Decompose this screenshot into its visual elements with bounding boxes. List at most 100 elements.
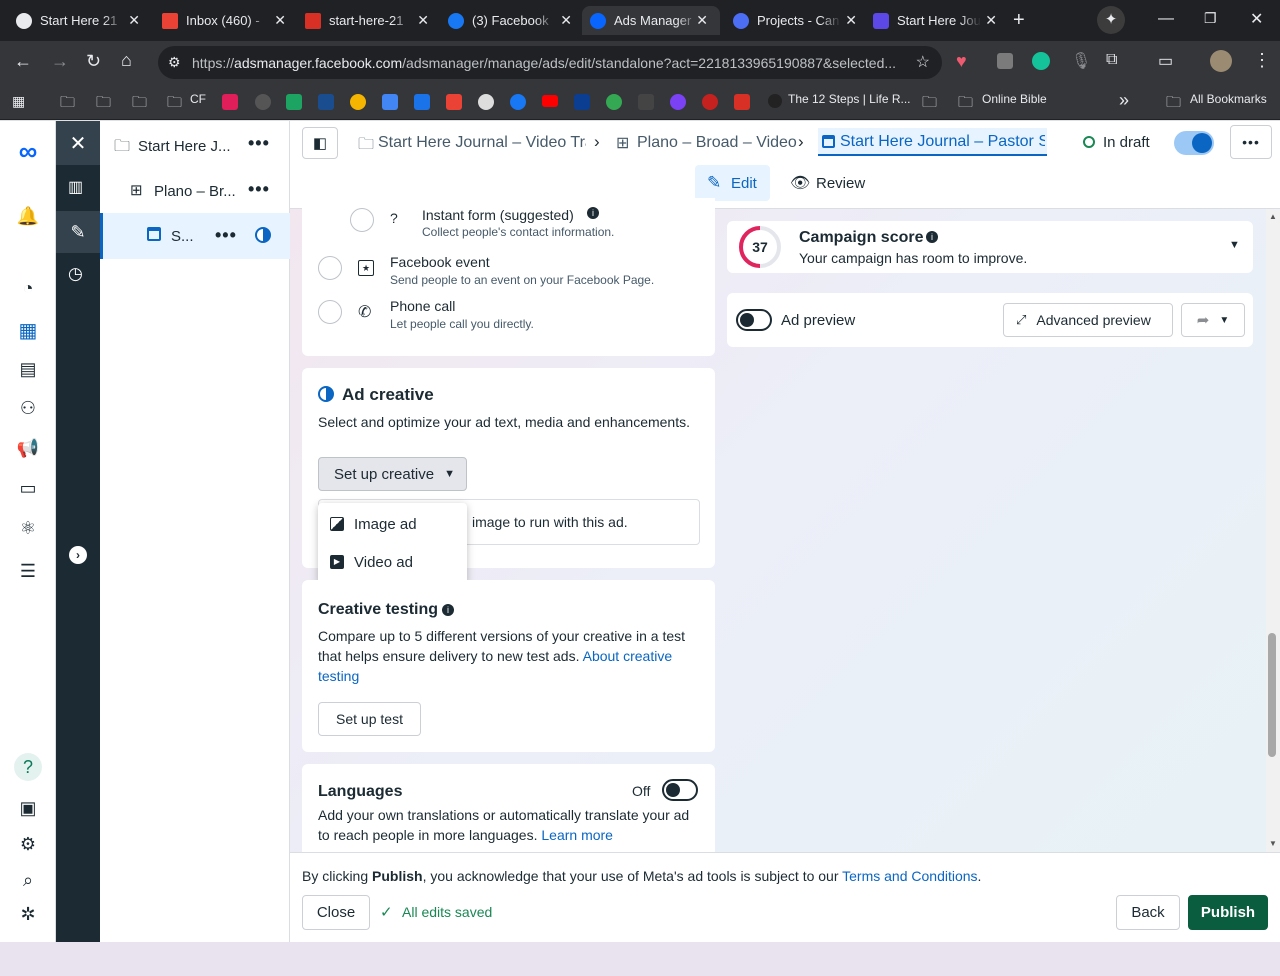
folder-icon[interactable]: 🗀 (922, 92, 937, 117)
browser-tab[interactable]: Start Here Jou ✕ (873, 6, 1003, 35)
info-icon[interactable]: i (442, 604, 454, 616)
advanced-preview-button[interactable]: ⤢ Advanced preview (1003, 303, 1173, 337)
business-network-icon[interactable]: ⚛ (14, 514, 42, 542)
browser-tab[interactable]: (3) Facebook ✕ (448, 6, 578, 35)
notifications-bell-icon[interactable]: 🔔 (14, 202, 42, 230)
bookmark-icon[interactable] (574, 94, 590, 110)
site-info-icon[interactable]: ⚙ (168, 54, 181, 71)
audiences-icon[interactable]: ⚇ (14, 394, 42, 422)
tree-item-adset[interactable]: ⊞ Plano – Br... ••• (100, 169, 290, 213)
extensions-puzzle-icon[interactable]: ⧉ (1106, 51, 1117, 69)
feedback-icon[interactable]: ▣ (14, 794, 42, 822)
folder-icon[interactable]: 🗀 (958, 92, 973, 117)
docs-icon[interactable] (382, 94, 398, 110)
meta-logo-icon[interactable]: ∞ (14, 136, 42, 166)
set-up-test-button[interactable]: Set up test (318, 702, 421, 736)
window-close-icon[interactable]: ✕ (1250, 9, 1263, 29)
home-icon[interactable]: ⌂ (121, 50, 132, 71)
browser-menu-icon[interactable]: ⋮ (1253, 50, 1271, 71)
new-tab-button[interactable]: + (1013, 9, 1025, 32)
address-bar[interactable]: ⚙ https://adsmanager.facebook.com/adsman… (158, 46, 942, 79)
bookmark-star-icon[interactable]: ☆ (916, 52, 930, 72)
bookmark-icon[interactable] (734, 94, 750, 110)
facebook-icon[interactable] (510, 94, 526, 110)
more-options-icon[interactable]: ••• (215, 225, 237, 246)
gmail-icon[interactable] (446, 94, 462, 110)
slack-icon[interactable] (222, 94, 238, 110)
bookmark-icon[interactable] (768, 94, 782, 108)
close-icon[interactable]: ✕ (274, 12, 286, 29)
calendar-icon[interactable] (414, 94, 430, 110)
browser-tab[interactable]: start-here-21 ✕ (305, 6, 435, 35)
expand-chevron-icon[interactable]: › (69, 546, 87, 564)
bookmark-icon[interactable] (478, 94, 494, 110)
scrollbar-thumb[interactable] (1268, 633, 1276, 757)
dashboard-gauge-icon[interactable]: ◔ (14, 274, 42, 302)
terms-link[interactable]: Terms and Conditions (842, 868, 977, 884)
campaign-score-card[interactable]: 37 Campaign score i Your campaign has ro… (727, 221, 1253, 273)
folder-icon[interactable]: 🗀 (167, 92, 182, 117)
more-bookmarks-button[interactable]: » (1119, 90, 1129, 111)
close-editor-icon[interactable]: ✕ (56, 121, 100, 165)
tree-item-campaign[interactable]: 🗀 Start Here J... ••• (100, 123, 290, 167)
breadcrumb-adset[interactable]: Plano – Broad – Video (637, 134, 797, 152)
bookmark-cf[interactable]: CF (190, 92, 206, 106)
close-icon[interactable]: ✕ (696, 12, 708, 29)
bug-report-icon[interactable]: ✲ (14, 900, 42, 928)
forward-icon[interactable]: → (51, 51, 69, 72)
more-options-icon[interactable]: ••• (248, 179, 270, 200)
set-up-creative-button[interactable]: Set up creative ▼ (318, 457, 467, 491)
bookmark-icon[interactable] (702, 94, 718, 110)
microphone-icon[interactable]: 🎙 (1071, 51, 1091, 71)
edit-mode-tab[interactable]: ✎ Edit (695, 165, 770, 201)
caret-down-icon[interactable]: ▼ (1229, 239, 1240, 251)
gemini-icon[interactable]: ✦ (1097, 6, 1125, 34)
side-panel-icon[interactable]: ▭ (1158, 51, 1173, 71)
breadcrumb-campaign[interactable]: Start Here Journal – Video Traf (378, 134, 586, 152)
browser-tab-active[interactable]: Ads Manager ✕ (582, 6, 720, 35)
close-button[interactable]: Close (302, 895, 370, 930)
all-tools-menu-icon[interactable]: ☰ (14, 557, 42, 585)
bar-chart-icon[interactable]: ▥ (68, 177, 83, 197)
help-icon[interactable]: ? (14, 753, 42, 781)
bookmark-12-steps[interactable]: The 12 Steps | Life R... (788, 92, 911, 106)
reports-icon[interactable]: ▤ (14, 355, 42, 383)
scroll-up-icon[interactable]: ▲ (1269, 212, 1277, 221)
all-bookmarks[interactable]: All Bookmarks (1190, 92, 1267, 106)
info-icon[interactable]: i (926, 231, 938, 243)
instant-form-radio[interactable] (350, 208, 374, 232)
scrollbar[interactable]: ▲ ▼ (1266, 209, 1280, 852)
close-icon[interactable]: ✕ (845, 12, 857, 29)
bookmark-icon[interactable] (670, 94, 686, 110)
publish-button[interactable]: Publish (1188, 895, 1268, 930)
share-dropdown-button[interactable]: ➦ ▼ (1181, 303, 1245, 337)
restore-icon[interactable]: ❐ (1204, 10, 1217, 27)
breadcrumb-ad-active[interactable]: Start Here Journal – Pastor Ste (818, 128, 1047, 156)
menu-item-video-ad[interactable]: ▶ Video ad (330, 551, 413, 573)
reload-icon[interactable]: ↻ (86, 51, 101, 72)
campaigns-table-icon[interactable]: ▦ (14, 316, 42, 344)
folder-icon[interactable]: 🗀 (132, 92, 147, 117)
bookmark-icon[interactable] (318, 94, 334, 110)
review-mode-tab[interactable]: 👁 Review (786, 165, 876, 201)
back-icon[interactable]: ← (14, 51, 32, 72)
close-icon[interactable]: ✕ (985, 12, 997, 29)
lightbulb-icon[interactable] (350, 94, 366, 110)
bookmark-icon[interactable] (638, 94, 654, 110)
settings-gear-icon[interactable]: ⚙ (14, 830, 42, 858)
info-icon[interactable]: i (587, 207, 599, 219)
sheets-icon[interactable] (606, 94, 622, 110)
edit-pencil-icon[interactable]: ✎ (56, 211, 100, 253)
close-icon[interactable]: ✕ (417, 12, 429, 29)
languages-toggle[interactable] (662, 779, 698, 801)
search-icon[interactable]: ⌕ (14, 866, 42, 894)
browser-tab[interactable]: Start Here 21 ✕ (16, 6, 146, 35)
scroll-down-icon[interactable]: ▼ (1269, 839, 1277, 848)
bookmark-online-bible[interactable]: Online Bible (982, 92, 1047, 106)
bookmark-icon[interactable] (286, 94, 302, 110)
minimize-icon[interactable]: — (1158, 10, 1174, 28)
profile-avatar[interactable] (1210, 50, 1232, 72)
grammarly-icon[interactable] (1032, 52, 1050, 70)
browser-tab[interactable]: Projects - Can ✕ (733, 6, 863, 35)
back-button[interactable]: Back (1116, 895, 1180, 930)
